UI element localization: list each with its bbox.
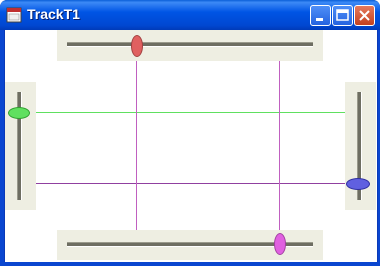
maximize-icon [336, 9, 349, 21]
maximize-button[interactable] [332, 5, 353, 26]
minimize-icon [316, 18, 323, 21]
minimize-button[interactable] [310, 5, 331, 26]
close-button[interactable] [354, 5, 375, 26]
close-icon [359, 10, 370, 21]
left-slider[interactable] [5, 82, 36, 210]
window-title: TrackT1 [27, 6, 80, 22]
window-frame-bottom [0, 262, 380, 266]
app-window: TrackT1 [0, 0, 380, 266]
purple-guide-line [32, 183, 352, 184]
magenta-guide-line [279, 60, 280, 232]
green-guide-line [32, 112, 352, 113]
right-slider[interactable] [345, 82, 376, 210]
top-slider-track [67, 42, 313, 47]
top-slider-thumb[interactable] [131, 35, 143, 57]
application-icon[interactable] [6, 7, 22, 23]
bottom-slider[interactable] [57, 230, 323, 260]
bottom-slider-thumb[interactable] [274, 233, 286, 255]
right-slider-thumb[interactable] [346, 178, 370, 190]
title-bar[interactable]: TrackT1 [0, 0, 380, 30]
top-slider[interactable] [57, 30, 323, 61]
client-area [4, 30, 378, 262]
red-guide-line [136, 60, 137, 232]
left-slider-thumb[interactable] [8, 107, 30, 119]
